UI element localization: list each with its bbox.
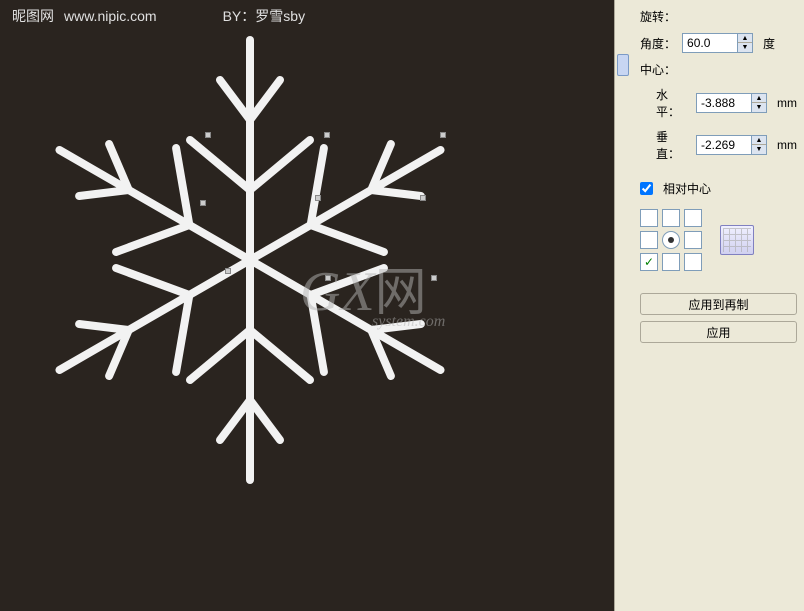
relative-center-row: 相对中心 — [640, 180, 797, 197]
vertical-down-button[interactable]: ▼ — [752, 145, 766, 154]
by-line: BY：罗雪sby — [223, 6, 305, 26]
origin-grid[interactable] — [640, 209, 702, 271]
origin-cell[interactable] — [684, 253, 702, 271]
vertical-up-button[interactable]: ▲ — [752, 136, 766, 145]
angle-input[interactable] — [682, 33, 738, 53]
horizontal-unit: mm — [777, 96, 797, 110]
origin-cell[interactable] — [684, 231, 702, 249]
selection-handle[interactable] — [325, 275, 331, 281]
scrollbar-thumb[interactable] — [617, 54, 629, 76]
relative-center-label: 相对中心 — [663, 180, 711, 197]
angle-unit: 度 — [763, 35, 775, 52]
vertical-unit: mm — [777, 138, 797, 152]
horizontal-up-button[interactable]: ▲ — [752, 94, 766, 103]
selection-handle[interactable] — [205, 132, 211, 138]
snowflake-object[interactable] — [20, 30, 480, 490]
apply-button[interactable]: 应用 — [640, 321, 797, 343]
selection-handle[interactable] — [225, 268, 231, 274]
origin-cell[interactable] — [640, 231, 658, 249]
relative-center-checkbox[interactable] — [640, 182, 653, 195]
selection-handle[interactable] — [431, 275, 437, 281]
horizontal-down-button[interactable]: ▼ — [752, 103, 766, 112]
angle-down-button[interactable]: ▼ — [738, 43, 752, 52]
horizontal-spinner[interactable]: ▲ ▼ — [696, 93, 767, 113]
angle-up-button[interactable]: ▲ — [738, 34, 752, 43]
rotation-section-label: 旋转： — [640, 8, 797, 25]
horizontal-row: 水平： ▲ ▼ mm — [656, 86, 797, 120]
selection-handle[interactable] — [440, 132, 446, 138]
vertical-spinner[interactable]: ▲ ▼ — [696, 135, 767, 155]
selection-handle[interactable] — [200, 200, 206, 206]
presets-icon[interactable] — [720, 225, 754, 255]
scrollbar-vertical[interactable] — [614, 0, 630, 611]
selection-handle[interactable] — [315, 195, 321, 201]
snowflake-svg — [20, 30, 480, 490]
angle-row: 角度： ▲ ▼ 度 — [640, 33, 797, 53]
vertical-label: 垂直： — [656, 128, 690, 162]
origin-cell[interactable] — [662, 253, 680, 271]
origin-cell[interactable] — [640, 253, 658, 271]
origin-cell[interactable] — [662, 209, 680, 227]
transform-panel: 旋转： 角度： ▲ ▼ 度 中心： 水平： ▲ ▼ mm 垂直： — [630, 0, 804, 611]
selection-handle[interactable] — [420, 195, 426, 201]
apply-duplicate-button[interactable]: 应用到再制 — [640, 293, 797, 315]
horizontal-input[interactable] — [696, 93, 752, 113]
angle-label: 角度： — [640, 35, 676, 52]
origin-cell[interactable] — [684, 209, 702, 227]
vertical-input[interactable] — [696, 135, 752, 155]
origin-picker — [640, 209, 797, 271]
origin-cell[interactable] — [662, 231, 680, 249]
center-section-label: 中心： — [640, 61, 797, 78]
canvas-header: 昵图网 www.nipic.com BY：罗雪sby — [12, 6, 305, 26]
canvas-viewport[interactable]: 昵图网 www.nipic.com BY：罗雪sby — [0, 0, 614, 611]
site-name: 昵图网 — [12, 6, 54, 26]
horizontal-label: 水平： — [656, 86, 690, 120]
selection-handle[interactable] — [324, 132, 330, 138]
origin-cell[interactable] — [640, 209, 658, 227]
site-url: www.nipic.com — [64, 8, 157, 24]
vertical-row: 垂直： ▲ ▼ mm — [656, 128, 797, 162]
angle-spinner[interactable]: ▲ ▼ — [682, 33, 753, 53]
